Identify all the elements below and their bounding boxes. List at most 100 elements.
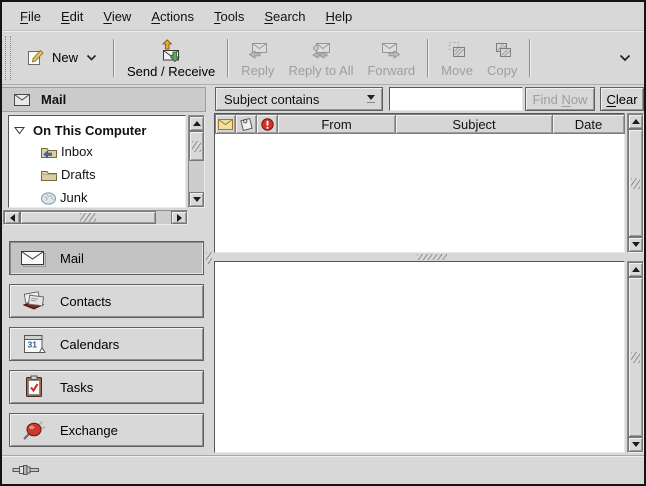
scrollbar-trough[interactable] <box>156 211 171 224</box>
scrollbar-thumb[interactable] <box>189 131 204 161</box>
arrow-up-icon <box>193 121 201 126</box>
menu-view[interactable]: View <box>93 4 141 29</box>
scroll-left-button[interactable] <box>4 211 20 224</box>
tree-node-junk[interactable]: Junk <box>9 186 185 208</box>
scroll-up-button[interactable] <box>189 116 204 131</box>
message-list-body[interactable] <box>215 134 624 252</box>
scroll-right-button[interactable] <box>171 211 187 224</box>
forward-label: Forward <box>367 63 415 78</box>
preview-pane[interactable] <box>214 261 625 453</box>
folder-tree-horizontal-scrollbar[interactable] <box>3 210 188 225</box>
tree-node-drafts[interactable]: Drafts <box>9 163 185 186</box>
message-status-icon <box>218 119 233 130</box>
search-bar: Subject contains Find Now Clear <box>212 87 644 111</box>
tree-item-label: Inbox <box>61 144 93 159</box>
envelope-icon <box>14 94 30 106</box>
sidebar-splitter[interactable] <box>206 85 212 455</box>
switcher-tasks-button[interactable]: Tasks <box>9 370 204 404</box>
menu-file[interactable]: File <box>10 4 51 29</box>
switcher-exchange-button[interactable]: Exchange <box>9 413 204 447</box>
scrollbar-thumb[interactable] <box>20 211 156 224</box>
scroll-up-button[interactable] <box>628 262 643 277</box>
menu-help[interactable]: Help <box>316 4 363 29</box>
reply-label: Reply <box>241 63 274 78</box>
thumb-grip-icon <box>192 141 201 152</box>
switcher-calendars-button[interactable]: 31 Calendars <box>9 327 204 361</box>
search-filter-dropdown[interactable]: Subject contains <box>215 87 383 111</box>
column-date-label: Date <box>575 117 602 132</box>
scroll-down-button[interactable] <box>628 437 643 452</box>
column-subject[interactable]: Subject <box>395 114 553 134</box>
toolbar: New Send / Receive <box>2 31 644 85</box>
exchange-icon <box>20 418 47 442</box>
scrollbar-thumb[interactable] <box>628 277 643 437</box>
attachment-icon <box>239 117 254 131</box>
scroll-down-button[interactable] <box>189 192 204 207</box>
arrow-up-icon <box>632 119 640 124</box>
expander-triangle-icon[interactable] <box>14 126 25 135</box>
find-now-label: Find Now <box>533 92 588 107</box>
send-receive-label: Send / Receive <box>127 64 215 79</box>
menu-search[interactable]: Search <box>254 4 315 29</box>
folder-icon <box>40 168 58 182</box>
menu-tools[interactable]: Tools <box>204 4 254 29</box>
switcher-contacts-button[interactable]: Contacts <box>9 284 204 318</box>
mail-pane: Subject contains Find Now Clear <box>212 85 644 455</box>
message-list-vertical-scrollbar[interactable] <box>627 113 644 253</box>
main-area: Mail On This Computer <box>2 85 644 455</box>
toolbar-separator <box>113 39 115 77</box>
new-button[interactable]: New <box>16 35 108 81</box>
online-status-plug-icon[interactable] <box>12 464 42 476</box>
clear-button[interactable]: Clear <box>600 87 644 111</box>
switcher-label: Calendars <box>60 337 119 352</box>
column-attachment[interactable] <box>235 114 257 134</box>
preview-pane-area <box>212 261 644 453</box>
thumb-grip-icon <box>80 213 96 222</box>
menubar: File Edit View Actions Tools Search Help <box>2 2 644 31</box>
chevron-down-icon <box>619 54 631 62</box>
message-list-area: From Subject Date <box>212 113 644 253</box>
scroll-down-button[interactable] <box>628 237 643 252</box>
splitter-handle-icon[interactable] <box>417 254 447 260</box>
column-from[interactable]: From <box>277 114 396 134</box>
clear-label: Clear <box>606 92 637 107</box>
priority-icon <box>261 118 274 131</box>
search-input[interactable] <box>389 87 523 111</box>
move-icon <box>445 39 469 63</box>
inbox-icon <box>40 145 58 159</box>
tree-node-inbox[interactable]: Inbox <box>9 140 185 163</box>
arrow-down-icon <box>193 197 201 202</box>
menu-actions[interactable]: Actions <box>141 4 204 29</box>
reply-button: Reply <box>234 35 281 81</box>
toolbar-grip[interactable] <box>5 36 11 80</box>
menu-edit[interactable]: Edit <box>51 4 93 29</box>
arrow-down-icon <box>632 442 640 447</box>
folder-tree-vertical-scrollbar[interactable] <box>188 115 205 208</box>
column-subject-label: Subject <box>452 117 495 132</box>
tasks-icon <box>20 375 47 399</box>
reply-icon <box>246 39 270 63</box>
column-date[interactable]: Date <box>552 114 625 134</box>
toolbar-overflow-button[interactable] <box>615 46 635 69</box>
preview-vertical-scrollbar[interactable] <box>627 261 644 453</box>
send-receive-button[interactable]: Send / Receive <box>120 35 222 81</box>
column-priority[interactable] <box>256 114 278 134</box>
find-now-button: Find Now <box>525 87 595 111</box>
search-filter-value: Subject contains <box>224 92 319 107</box>
junk-icon <box>40 191 57 205</box>
reply-all-icon <box>309 39 333 63</box>
scroll-up-button[interactable] <box>628 114 643 129</box>
column-message-status[interactable] <box>215 114 236 134</box>
toolbar-separator <box>427 39 429 77</box>
switcher-mail-button[interactable]: Mail <box>9 241 204 275</box>
forward-button: Forward <box>360 35 422 81</box>
tree-node-on-this-computer[interactable]: On This Computer <box>9 120 185 140</box>
scrollbar-thumb[interactable] <box>628 129 643 237</box>
sidebar: Mail On This Computer <box>2 85 206 455</box>
preview-splitter[interactable] <box>212 253 644 261</box>
folder-tree-container: On This Computer Inbox <box>2 115 206 208</box>
scrollbar-trough[interactable] <box>189 161 204 192</box>
evolution-window: File Edit View Actions Tools Search Help… <box>0 0 646 486</box>
message-list-header: From Subject Date <box>215 114 624 134</box>
sidebar-header-label: Mail <box>41 92 66 107</box>
